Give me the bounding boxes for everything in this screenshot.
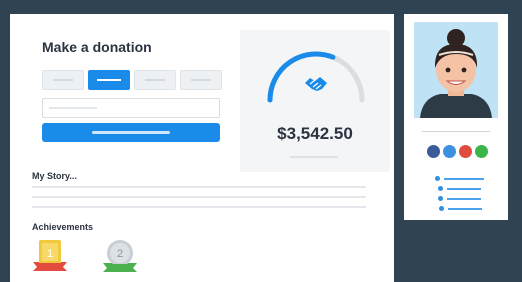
profile-divider [422, 131, 490, 132]
first-place-badge: 1 [33, 240, 67, 271]
custom-amount-input[interactable] [42, 98, 220, 118]
social-google-icon[interactable] [459, 145, 472, 158]
amount-options [42, 70, 222, 90]
story-text-line [32, 186, 366, 188]
total-underline [290, 156, 338, 158]
story-text-line [32, 196, 366, 198]
list-bullet [438, 196, 443, 201]
badge-number: 2 [117, 248, 123, 260]
amount-option-2-selected[interactable] [88, 70, 130, 90]
profile-avatar [414, 22, 498, 118]
second-place-badge: 2 [103, 240, 137, 272]
donation-title: Make a donation [42, 39, 152, 55]
total-raised-amount: $3,542.50 [277, 124, 353, 143]
info-list-line [447, 198, 481, 200]
my-story-heading: My Story... [32, 171, 77, 181]
list-bullet [438, 186, 443, 191]
profile-card [404, 14, 508, 220]
info-list-line [448, 208, 482, 210]
donation-progress-gauge [267, 51, 365, 103]
badge-number: 1 [47, 248, 53, 260]
info-list-line [444, 178, 484, 180]
social-twitter-icon[interactable] [443, 145, 456, 158]
amount-option-3[interactable] [134, 70, 176, 90]
amount-option-4[interactable] [180, 70, 222, 90]
list-bullet [435, 176, 440, 181]
list-bullet [439, 206, 444, 211]
gauge-progress-fill [267, 51, 336, 103]
handshake-icon [305, 77, 327, 91]
social-facebook-icon[interactable] [427, 145, 440, 158]
achievements-heading: Achievements [32, 222, 94, 232]
info-list-line [447, 188, 481, 190]
donation-form: Make a donation [32, 30, 240, 172]
donation-panel: Make a donation $3,542.50 [32, 30, 390, 172]
amount-option-1[interactable] [42, 70, 84, 90]
social-whatsapp-icon[interactable] [475, 145, 488, 158]
story-text-line [32, 206, 366, 208]
donate-button[interactable] [42, 123, 220, 142]
